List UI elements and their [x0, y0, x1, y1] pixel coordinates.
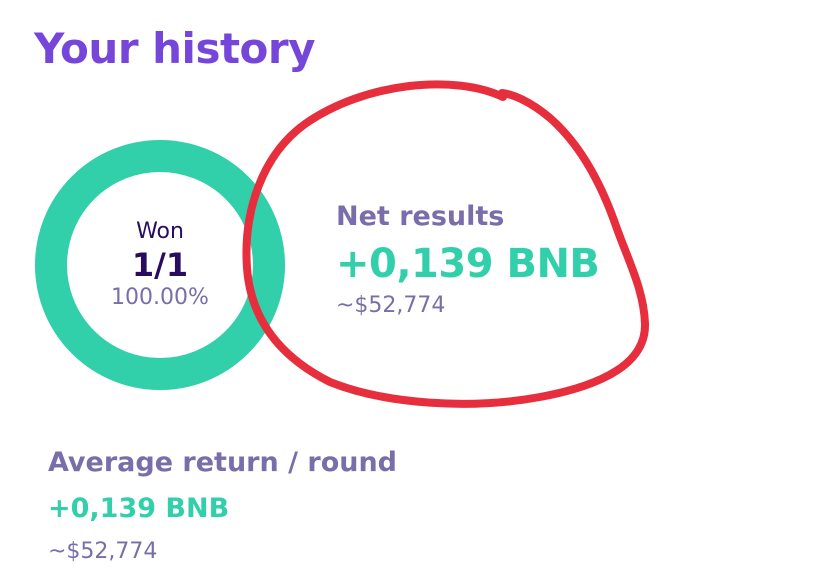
won-percent: 100.00%	[111, 285, 209, 310]
won-count: 1/1	[131, 246, 189, 284]
page-title: Your history	[34, 24, 315, 73]
net-results-value: +0,139 BNB	[336, 241, 600, 287]
average-return-label: Average return / round	[48, 447, 398, 478]
win-rate-ring: Won 1/1 100.00%	[35, 140, 285, 390]
average-return-value: +0,139 BNB	[48, 493, 230, 524]
net-results-usd: ~$52,774	[336, 293, 446, 318]
net-results-label: Net results	[336, 201, 505, 232]
average-return-section: Average return / round +0,139 BNB ~$52,7…	[48, 446, 397, 566]
won-label: Won	[136, 219, 184, 244]
net-results-section: Net results +0,139 BNB ~$52,774	[336, 200, 600, 320]
average-return-usd: ~$52,774	[48, 539, 158, 564]
win-rate-summary: Won 1/1 100.00%	[35, 140, 285, 390]
